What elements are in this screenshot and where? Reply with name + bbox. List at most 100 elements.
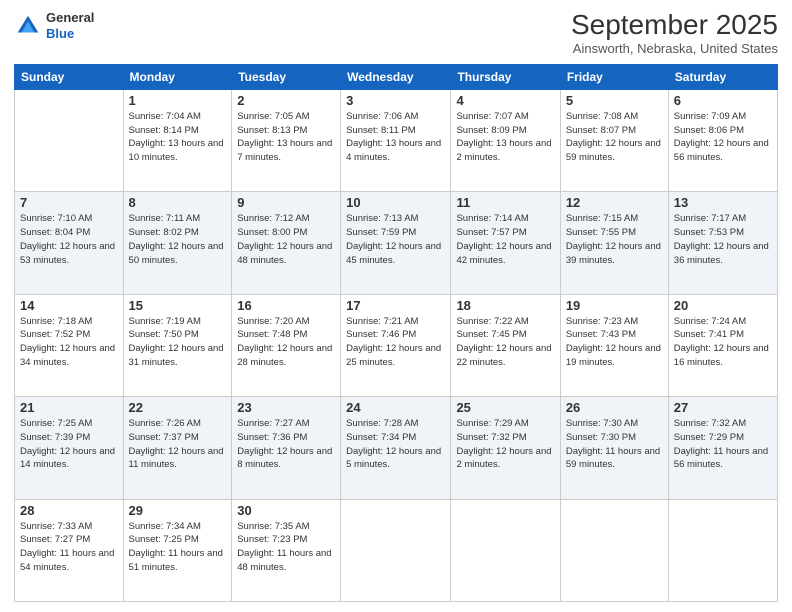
col-sunday: Sunday (15, 64, 124, 89)
day-info: Sunrise: 7:06 AMSunset: 8:11 PMDaylight:… (346, 110, 445, 165)
calendar-week-row: 28 Sunrise: 7:33 AMSunset: 7:27 PMDayligh… (15, 499, 778, 601)
day-number: 27 (674, 400, 772, 415)
location: Ainsworth, Nebraska, United States (571, 41, 778, 56)
table-row: 17 Sunrise: 7:21 AMSunset: 7:46 PMDayligh… (341, 294, 451, 396)
day-number: 1 (129, 93, 227, 108)
day-info: Sunrise: 7:28 AMSunset: 7:34 PMDaylight:… (346, 417, 445, 472)
day-info: Sunrise: 7:22 AMSunset: 7:45 PMDaylight:… (456, 315, 554, 370)
day-number: 23 (237, 400, 335, 415)
logo-icon (14, 12, 42, 40)
day-number: 20 (674, 298, 772, 313)
day-number: 10 (346, 195, 445, 210)
day-info: Sunrise: 7:14 AMSunset: 7:57 PMDaylight:… (456, 212, 554, 267)
calendar-week-row: 21 Sunrise: 7:25 AMSunset: 7:39 PMDayligh… (15, 397, 778, 499)
day-info: Sunrise: 7:19 AMSunset: 7:50 PMDaylight:… (129, 315, 227, 370)
table-row: 2 Sunrise: 7:05 AMSunset: 8:13 PMDaylight… (232, 89, 341, 191)
table-row: 9Sunrise: 7:12 AMSunset: 8:00 PMDaylight… (232, 192, 341, 294)
day-info: Sunrise: 7:35 AMSunset: 7:23 PMDaylight:… (237, 520, 335, 575)
logo-general: General (46, 10, 94, 26)
day-number: 8 (129, 195, 227, 210)
day-info: Sunrise: 7:08 AMSunset: 8:07 PMDaylight:… (566, 110, 663, 165)
day-info: Sunrise: 7:20 AMSunset: 7:48 PMDaylight:… (237, 315, 335, 370)
day-info: Sunrise: 7:11 AMSunset: 8:02 PMDaylight:… (129, 212, 227, 267)
calendar-table: Sunday Monday Tuesday Wednesday Thursday… (14, 64, 778, 602)
table-row: 29 Sunrise: 7:34 AMSunset: 7:25 PMDayligh… (123, 499, 232, 601)
day-info: Sunrise: 7:25 AMSunset: 7:39 PMDaylight:… (20, 417, 118, 472)
day-number: 29 (129, 503, 227, 518)
day-number: 11 (456, 195, 554, 210)
day-number: 30 (237, 503, 335, 518)
day-info: Sunrise: 7:05 AMSunset: 8:13 PMDaylight:… (237, 110, 335, 165)
day-info: Sunrise: 7:18 AMSunset: 7:52 PMDaylight:… (20, 315, 118, 370)
day-info: Sunrise: 7:09 AMSunset: 8:06 PMDaylight:… (674, 110, 772, 165)
table-row: 26 Sunrise: 7:30 AMSunset: 7:30 PMDayligh… (560, 397, 668, 499)
day-info: Sunrise: 7:33 AMSunset: 7:27 PMDaylight:… (20, 520, 118, 575)
day-info: Sunrise: 7:21 AMSunset: 7:46 PMDaylight:… (346, 315, 445, 370)
day-number: 17 (346, 298, 445, 313)
table-row: 4Sunrise: 7:07 AMSunset: 8:09 PMDaylight… (451, 89, 560, 191)
day-number: 28 (20, 503, 118, 518)
table-row: 12 Sunrise: 7:15 AMSunset: 7:55 PMDayligh… (560, 192, 668, 294)
day-info: Sunrise: 7:34 AMSunset: 7:25 PMDaylight:… (129, 520, 227, 575)
col-wednesday: Wednesday (341, 64, 451, 89)
day-info: Sunrise: 7:15 AMSunset: 7:55 PMDaylight:… (566, 212, 663, 267)
month-title: September 2025 (571, 10, 778, 41)
title-block: September 2025 Ainsworth, Nebraska, Unit… (571, 10, 778, 56)
day-number: 19 (566, 298, 663, 313)
day-info: Sunrise: 7:17 AMSunset: 7:53 PMDaylight:… (674, 212, 772, 267)
table-row (560, 499, 668, 601)
table-row (15, 89, 124, 191)
logo: General Blue (14, 10, 94, 41)
table-row (341, 499, 451, 601)
day-number: 25 (456, 400, 554, 415)
table-row: 20 Sunrise: 7:24 AMSunset: 7:41 PMDayligh… (668, 294, 777, 396)
day-info: Sunrise: 7:30 AMSunset: 7:30 PMDaylight:… (566, 417, 663, 472)
day-number: 5 (566, 93, 663, 108)
day-info: Sunrise: 7:12 AMSunset: 8:00 PMDaylight:… (237, 212, 335, 267)
table-row: 1 Sunrise: 7:04 AMSunset: 8:14 PMDaylight… (123, 89, 232, 191)
day-number: 6 (674, 93, 772, 108)
table-row (451, 499, 560, 601)
day-number: 26 (566, 400, 663, 415)
logo-blue: Blue (46, 26, 94, 42)
table-row: 5 Sunrise: 7:08 AMSunset: 8:07 PMDaylight… (560, 89, 668, 191)
day-number: 15 (129, 298, 227, 313)
table-row: 21 Sunrise: 7:25 AMSunset: 7:39 PMDayligh… (15, 397, 124, 499)
table-row: 22 Sunrise: 7:26 AMSunset: 7:37 PMDayligh… (123, 397, 232, 499)
day-number: 3 (346, 93, 445, 108)
logo-text: General Blue (46, 10, 94, 41)
table-row: 13 Sunrise: 7:17 AMSunset: 7:53 PMDayligh… (668, 192, 777, 294)
day-number: 4 (456, 93, 554, 108)
col-thursday: Thursday (451, 64, 560, 89)
day-number: 7 (20, 195, 118, 210)
calendar-week-row: 1 Sunrise: 7:04 AMSunset: 8:14 PMDaylight… (15, 89, 778, 191)
day-info: Sunrise: 7:26 AMSunset: 7:37 PMDaylight:… (129, 417, 227, 472)
col-tuesday: Tuesday (232, 64, 341, 89)
day-number: 14 (20, 298, 118, 313)
day-info: Sunrise: 7:27 AMSunset: 7:36 PMDaylight:… (237, 417, 335, 472)
day-info: Sunrise: 7:13 AMSunset: 7:59 PMDaylight:… (346, 212, 445, 267)
table-row: 24Sunrise: 7:28 AMSunset: 7:34 PMDayligh… (341, 397, 451, 499)
header: General Blue September 2025 Ainsworth, N… (14, 10, 778, 56)
day-info: Sunrise: 7:29 AMSunset: 7:32 PMDaylight:… (456, 417, 554, 472)
day-info: Sunrise: 7:24 AMSunset: 7:41 PMDaylight:… (674, 315, 772, 370)
table-row: 30 Sunrise: 7:35 AMSunset: 7:23 PMDayligh… (232, 499, 341, 601)
table-row: 16Sunrise: 7:20 AMSunset: 7:48 PMDayligh… (232, 294, 341, 396)
day-info: Sunrise: 7:32 AMSunset: 7:29 PMDaylight:… (674, 417, 772, 472)
day-info: Sunrise: 7:04 AMSunset: 8:14 PMDaylight:… (129, 110, 227, 165)
day-number: 13 (674, 195, 772, 210)
day-number: 2 (237, 93, 335, 108)
day-number: 12 (566, 195, 663, 210)
day-number: 22 (129, 400, 227, 415)
table-row: 11 Sunrise: 7:14 AMSunset: 7:57 PMDayligh… (451, 192, 560, 294)
table-row: 27 Sunrise: 7:32 AMSunset: 7:29 PMDayligh… (668, 397, 777, 499)
table-row: 23 Sunrise: 7:27 AMSunset: 7:36 PMDayligh… (232, 397, 341, 499)
table-row: 25 Sunrise: 7:29 AMSunset: 7:32 PMDayligh… (451, 397, 560, 499)
day-number: 21 (20, 400, 118, 415)
table-row: 7 Sunrise: 7:10 AMSunset: 8:04 PMDaylight… (15, 192, 124, 294)
col-monday: Monday (123, 64, 232, 89)
day-info: Sunrise: 7:10 AMSunset: 8:04 PMDaylight:… (20, 212, 118, 267)
table-row: 28 Sunrise: 7:33 AMSunset: 7:27 PMDayligh… (15, 499, 124, 601)
calendar-header-row: Sunday Monday Tuesday Wednesday Thursday… (15, 64, 778, 89)
table-row: 6 Sunrise: 7:09 AMSunset: 8:06 PMDaylight… (668, 89, 777, 191)
